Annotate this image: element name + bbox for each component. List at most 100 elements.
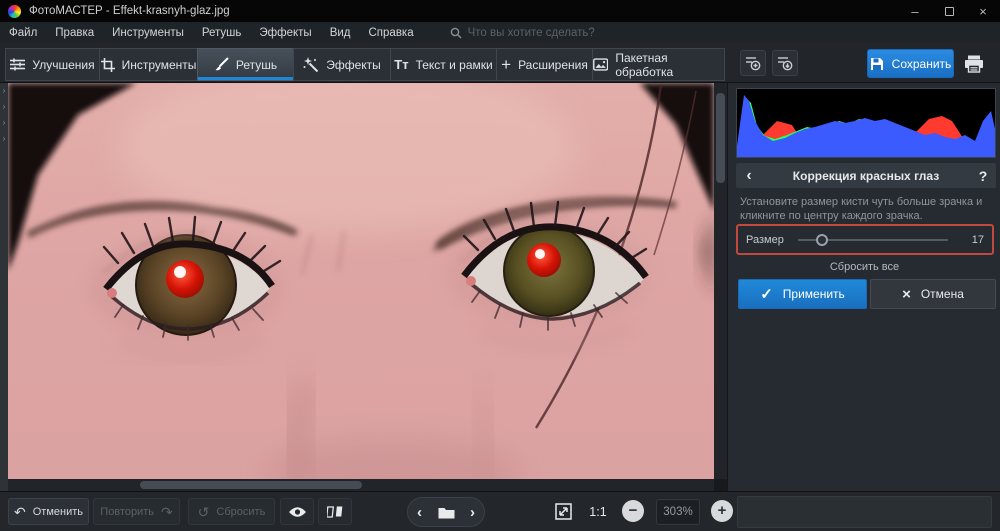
preset-export-button[interactable]: [772, 50, 798, 76]
preset-add-button[interactable]: [740, 50, 766, 76]
zoom-in-button[interactable]: +: [711, 500, 733, 522]
tab-extensions[interactable]: + Расширения: [496, 48, 593, 81]
horizontal-scrollbar[interactable]: [8, 479, 714, 491]
tabbar: Улучшения Инструменты Ретушь Эффекты Тт …: [0, 43, 1000, 83]
help-button[interactable]: ?: [970, 168, 996, 184]
menu-file[interactable]: Файл: [9, 27, 37, 39]
size-slider-row: Размер 17: [738, 226, 992, 253]
zoom-out-button[interactable]: −: [622, 500, 644, 522]
save-icon: [870, 57, 884, 71]
search-icon: [450, 27, 462, 39]
app-window: ФотоМАСТЕР - Effekt-krasnyh-glaz.jpg – ×…: [0, 0, 1000, 531]
reset-all-link[interactable]: Сбросить все: [728, 261, 1000, 273]
show-original-button[interactable]: [280, 498, 314, 525]
instruction-text: Установите размер кисти чуть больше зрач…: [740, 195, 992, 223]
sliders-icon: [10, 58, 25, 71]
left-panel-expander[interactable]: › › › ›: [0, 83, 8, 491]
close-icon: ×: [979, 4, 987, 19]
tab-label: Эффекты: [326, 58, 381, 72]
search-box[interactable]: Что вы хотите сделать?: [450, 27, 595, 39]
minimize-icon: –: [911, 4, 918, 19]
horizontal-scrollbar-thumb[interactable]: [140, 481, 362, 489]
vertical-scrollbar-thumb[interactable]: [716, 93, 725, 183]
save-label: Сохранить: [892, 57, 952, 71]
menu-view[interactable]: Вид: [330, 27, 351, 39]
tab-label: Ретушь: [236, 58, 277, 72]
eye-icon: [288, 506, 307, 518]
minimize-button[interactable]: –: [898, 0, 932, 22]
maximize-button[interactable]: [932, 0, 966, 22]
menubar: Файл Правка Инструменты Ретушь Эффекты В…: [0, 22, 1000, 43]
reset-icon: ↺: [198, 505, 210, 519]
cancel-button[interactable]: × Отмена: [870, 279, 996, 309]
magic-wand-icon: [303, 57, 319, 72]
tab-improvements[interactable]: Улучшения: [5, 48, 100, 81]
print-button[interactable]: [960, 50, 988, 77]
chevron-right-icon: ›: [3, 87, 6, 95]
x-icon: ×: [902, 286, 911, 303]
tab-batch[interactable]: Пакетная обработка: [592, 48, 725, 81]
size-slider-thumb[interactable]: [816, 234, 828, 246]
histogram: [736, 88, 996, 158]
apply-label: Применить: [783, 287, 845, 301]
titlebar: ФотоМАСТЕР - Effekt-krasnyh-glaz.jpg – ×: [0, 0, 1000, 22]
redo-label: Повторить: [100, 506, 154, 518]
menu-help[interactable]: Справка: [369, 27, 414, 39]
preset-download-icon: [777, 55, 793, 71]
menu-effects[interactable]: Эффекты: [259, 27, 311, 39]
zoom-level[interactable]: 303%: [656, 499, 700, 525]
app-logo-icon: [8, 5, 21, 18]
tab-tools[interactable]: Инструменты: [99, 48, 198, 81]
tab-retouch[interactable]: Ретушь: [197, 48, 294, 81]
file-navigator: ‹ ›: [407, 497, 485, 527]
undo-icon: ↶: [14, 505, 26, 519]
tab-label: Пакетная обработка: [615, 51, 724, 79]
save-button[interactable]: Сохранить: [867, 49, 954, 78]
photo-canvas[interactable]: [8, 83, 714, 479]
size-slider-track[interactable]: [798, 239, 948, 241]
bottombar: ↶ Отменить Повторить ↷ ↺ Сбросить ‹ › 1:…: [0, 491, 1000, 531]
plus-icon: +: [501, 55, 511, 75]
undo-label: Отменить: [33, 506, 83, 518]
undo-button[interactable]: ↶ Отменить: [8, 498, 89, 525]
redo-icon: ↷: [161, 505, 173, 519]
size-slider-value: 17: [962, 234, 984, 246]
menu-retouch[interactable]: Ретушь: [202, 27, 242, 39]
chevron-right-icon: ›: [3, 135, 6, 143]
reset-button[interactable]: ↺ Сбросить: [188, 498, 275, 525]
close-button[interactable]: ×: [966, 0, 1000, 22]
window-title: ФотоМАСТЕР - Effekt-krasnyh-glaz.jpg: [29, 5, 230, 17]
photo-red-eye-portrait: [8, 83, 714, 479]
panel-title: Коррекция красных глаз: [762, 169, 970, 183]
chevron-right-icon: ›: [3, 119, 6, 127]
compare-split-icon: [327, 505, 343, 519]
printer-icon: [964, 55, 984, 73]
batch-image-icon: [593, 58, 608, 71]
size-slider-label: Размер: [746, 234, 792, 246]
preset-add-icon: [745, 55, 761, 71]
next-photo-button[interactable]: ›: [470, 505, 475, 520]
crop-icon: [101, 58, 115, 72]
expand-icon: [555, 503, 572, 520]
tab-label: Текст и рамки: [416, 58, 493, 72]
before-after-button[interactable]: [318, 498, 352, 525]
folder-icon[interactable]: [438, 506, 455, 519]
redo-button[interactable]: Повторить ↷: [93, 498, 180, 525]
check-icon: ✓: [760, 285, 773, 303]
prev-photo-button[interactable]: ‹: [417, 505, 422, 520]
menu-tools[interactable]: Инструменты: [112, 27, 184, 39]
menu-edit[interactable]: Правка: [55, 27, 94, 39]
zoom-1to1-button[interactable]: 1:1: [583, 498, 613, 525]
text-icon: Тт: [394, 57, 408, 72]
tab-label: Инструменты: [122, 58, 197, 72]
vertical-scrollbar[interactable]: [714, 83, 727, 479]
brush-icon: [214, 57, 229, 72]
tab-text-frames[interactable]: Тт Текст и рамки: [390, 48, 497, 81]
fit-screen-button[interactable]: [549, 498, 578, 525]
back-button[interactable]: ‹: [736, 167, 762, 185]
reset-label: Сбросить: [216, 506, 265, 518]
window-controls: – ×: [898, 0, 1000, 22]
apply-button[interactable]: ✓ Применить: [738, 279, 867, 309]
cancel-label: Отмена: [921, 287, 964, 301]
tab-effects[interactable]: Эффекты: [293, 48, 391, 81]
